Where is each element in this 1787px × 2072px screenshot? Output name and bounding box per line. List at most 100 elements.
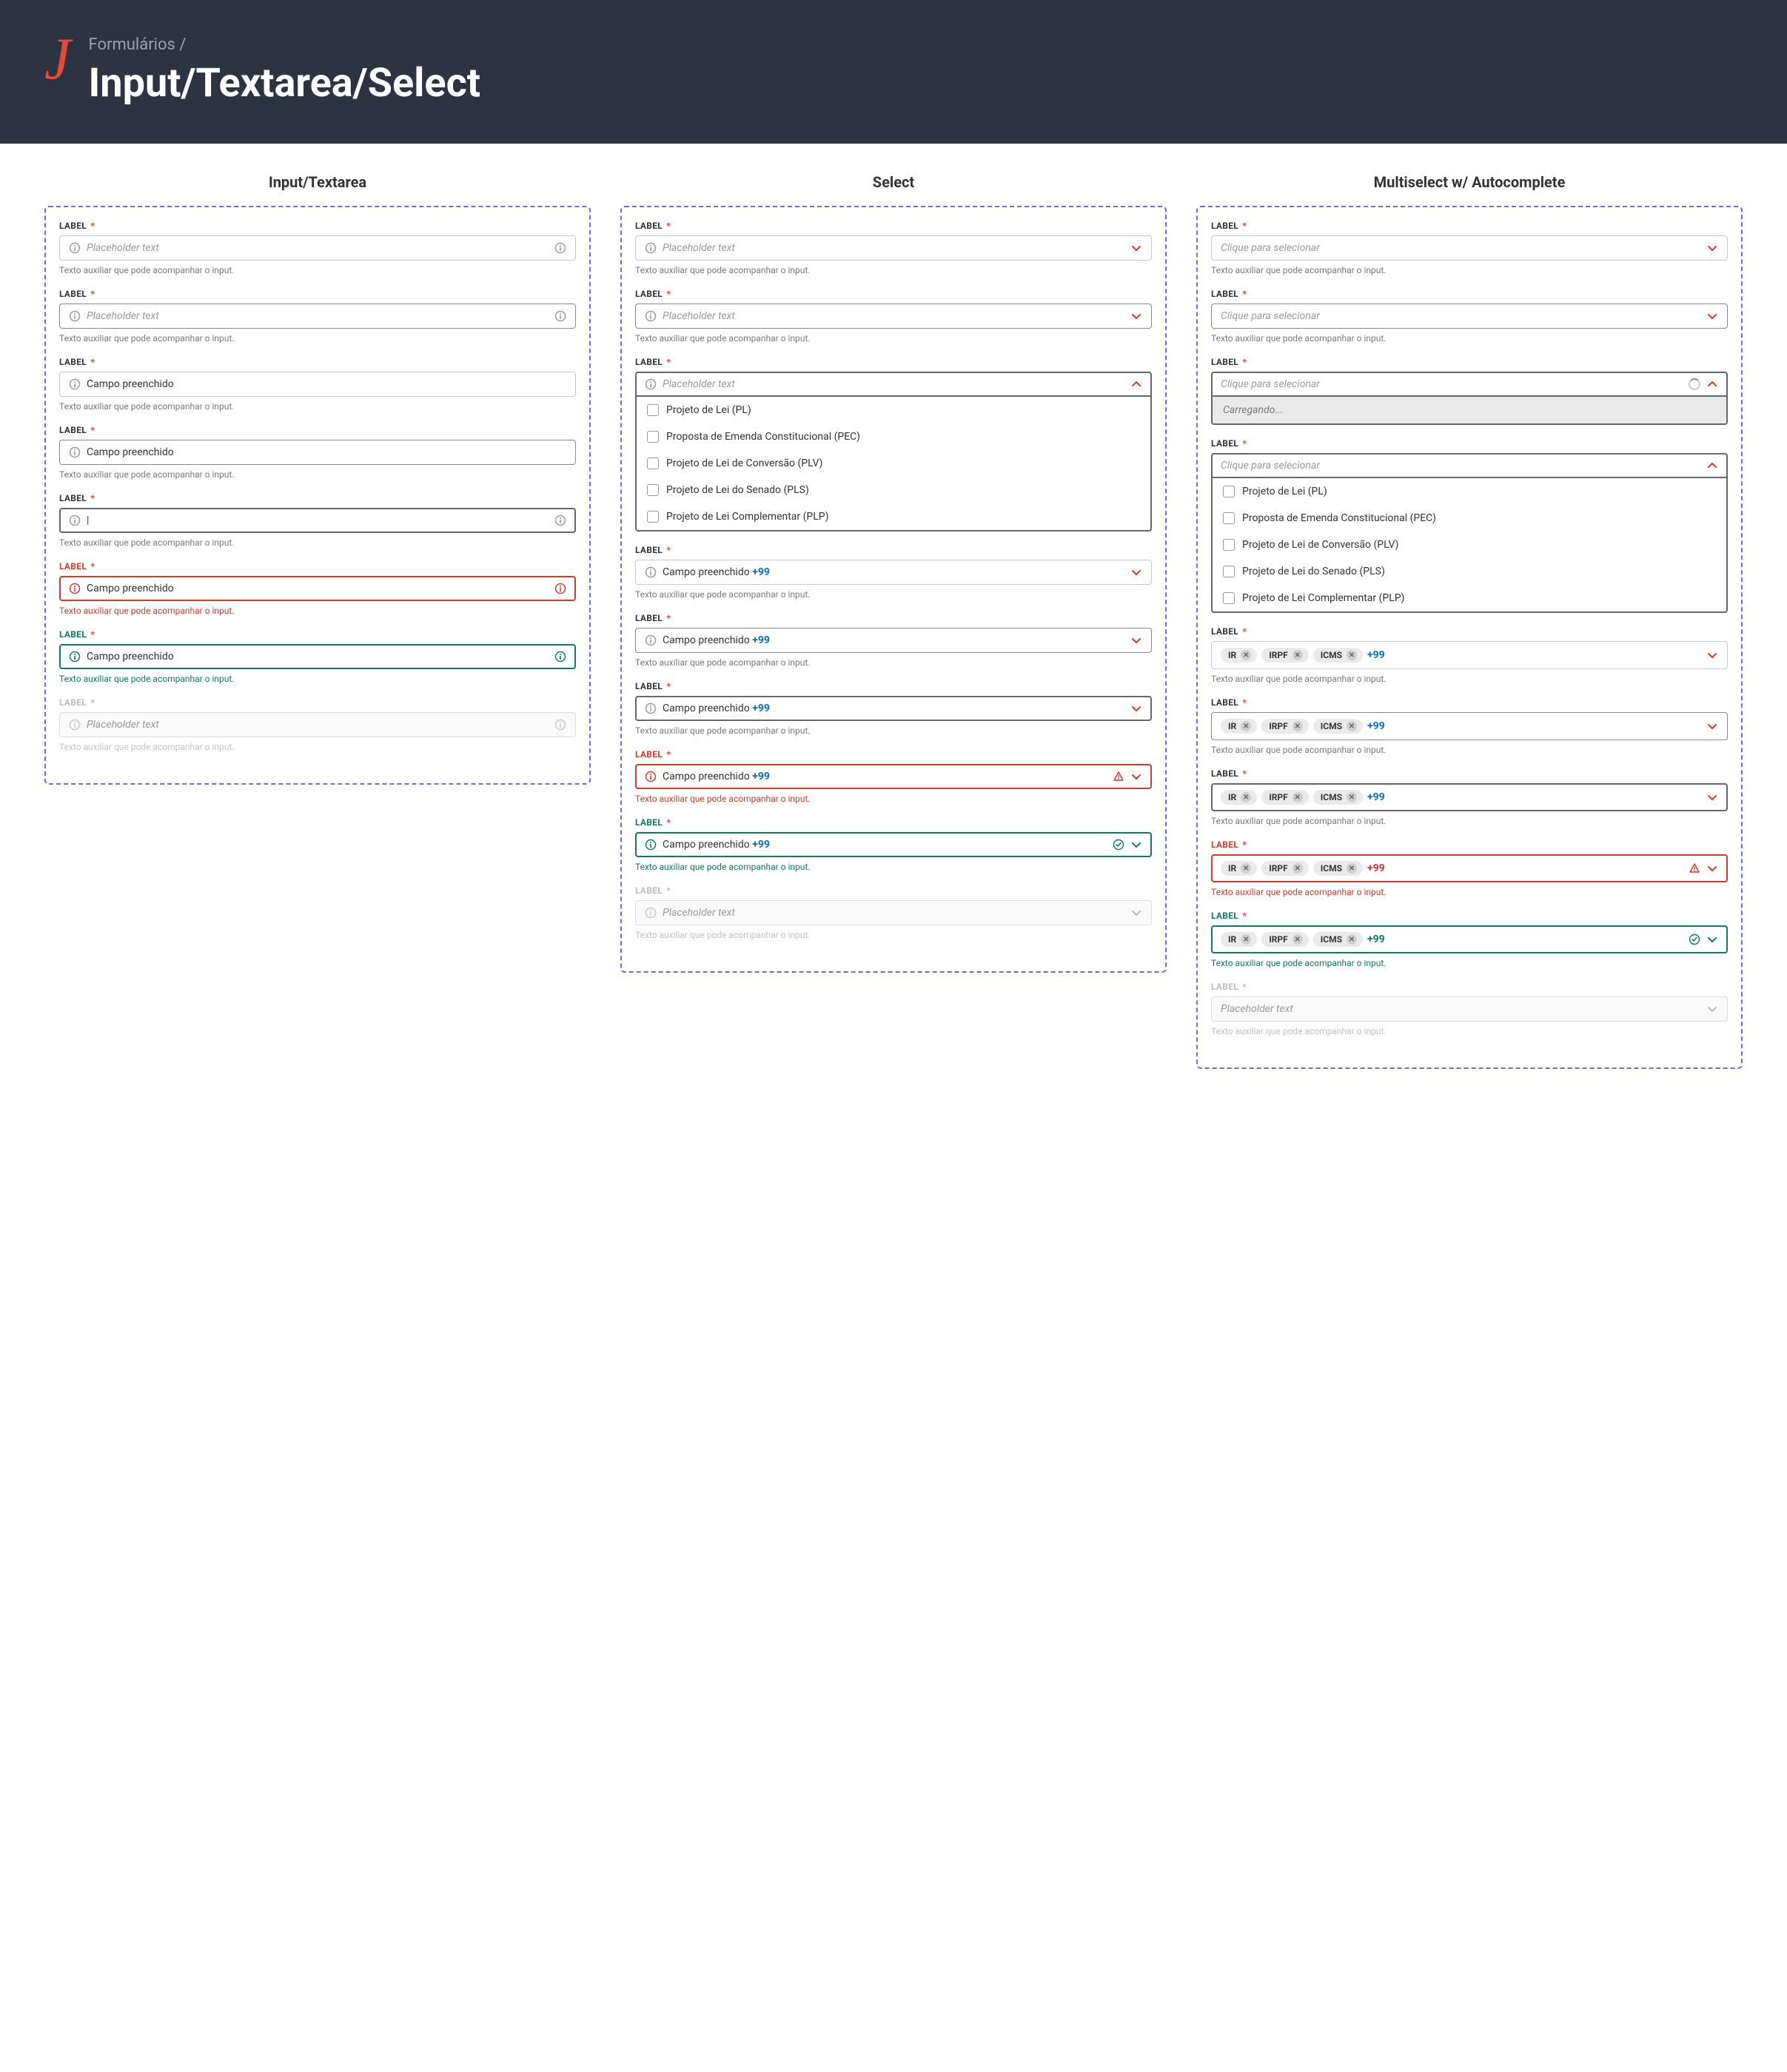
select-dropdown: Projeto de Lei (PL) Proposta de Emenda C… xyxy=(1211,477,1728,613)
select-option[interactable]: Projeto de Lei do Senado (PLS) xyxy=(637,477,1150,503)
text-input[interactable]: Campo preenchido xyxy=(59,372,576,397)
close-icon[interactable]: ✕ xyxy=(1241,863,1251,874)
chevron-down-icon xyxy=(1706,310,1718,322)
field-label: LABEL * xyxy=(59,493,576,503)
chip[interactable]: IRPF✕ xyxy=(1261,648,1309,663)
multiselect-input[interactable]: IR✕ IRPF✕ ICMS✕ +99 xyxy=(1211,641,1728,669)
field-label: LABEL * xyxy=(635,289,1152,299)
chip[interactable]: IR✕ xyxy=(1221,932,1257,947)
close-icon[interactable]: ✕ xyxy=(1293,650,1303,660)
select-option[interactable]: Projeto de Lei Complementar (PLP) xyxy=(637,503,1150,530)
field-label: LABEL * xyxy=(59,629,576,640)
multiselect-input[interactable]: Clique para selecionar xyxy=(1211,372,1728,397)
helper-text: Texto auxiliar que pode acompanhar o inp… xyxy=(59,333,576,343)
close-icon[interactable]: ✕ xyxy=(1241,934,1251,945)
multiselect-input[interactable]: Clique para selecionar xyxy=(1211,235,1728,261)
select-option[interactable]: Projeto de Lei (PL) xyxy=(637,397,1150,423)
helper-text: Texto auxiliar que pode acompanhar o inp… xyxy=(59,742,576,752)
close-icon[interactable]: ✕ xyxy=(1293,934,1303,945)
text-input[interactable]: | xyxy=(59,508,576,533)
section-frame: LABEL * Placeholder text Texto auxiliar … xyxy=(44,206,591,785)
multiselect-input[interactable]: IR✕ IRPF✕ ICMS✕ +99 xyxy=(1211,925,1728,953)
chip[interactable]: IRPF✕ xyxy=(1261,861,1309,876)
chip[interactable]: IR✕ xyxy=(1221,719,1257,734)
info-icon xyxy=(69,514,81,526)
select-input[interactable]: Campo preenchido +99 xyxy=(635,628,1152,653)
select-option[interactable]: Projeto de Lei de Conversão (PLV) xyxy=(1213,532,1726,558)
multiselect-input[interactable]: IR✕ IRPF✕ ICMS✕ +99 xyxy=(1211,783,1728,811)
helper-text: Texto auxiliar que pode acompanhar o inp… xyxy=(59,469,576,480)
multiselect-input[interactable]: Clique para selecionar xyxy=(1211,453,1728,478)
chip[interactable]: IR✕ xyxy=(1221,648,1257,663)
input-placeholder: Placeholder text xyxy=(87,242,549,254)
close-icon[interactable]: ✕ xyxy=(1347,863,1357,874)
helper-text: Texto auxiliar que pode acompanhar o inp… xyxy=(635,725,1152,736)
info-icon xyxy=(554,651,566,663)
select-option[interactable]: Proposta de Emenda Constitucional (PEC) xyxy=(1213,505,1726,532)
select-option[interactable]: Projeto de Lei do Senado (PLS) xyxy=(1213,558,1726,585)
input-placeholder: Placeholder text xyxy=(87,719,549,731)
text-input[interactable]: Placeholder text xyxy=(59,235,576,261)
close-icon[interactable]: ✕ xyxy=(1347,650,1357,660)
column-select: Select LABEL * Placeholder text Texto au… xyxy=(620,173,1167,973)
close-icon[interactable]: ✕ xyxy=(1293,792,1303,802)
select-input[interactable]: Placeholder text xyxy=(635,304,1152,329)
count-badge: +99 xyxy=(752,634,770,646)
close-icon[interactable]: ✕ xyxy=(1241,650,1251,660)
chip[interactable]: IR✕ xyxy=(1221,861,1257,876)
chip[interactable]: IRPF✕ xyxy=(1261,932,1309,947)
close-icon[interactable]: ✕ xyxy=(1293,721,1303,731)
chevron-down-icon xyxy=(1706,242,1718,254)
info-icon xyxy=(69,310,81,322)
text-input[interactable]: Campo preenchido xyxy=(59,644,576,669)
select-input[interactable]: Campo preenchido +99 xyxy=(635,832,1152,857)
field-label: LABEL * xyxy=(635,357,1152,367)
field-label: LABEL * xyxy=(1211,839,1728,850)
field-label: LABEL * xyxy=(635,885,1152,896)
info-icon xyxy=(645,703,657,714)
info-icon xyxy=(645,242,657,254)
multiselect-input[interactable]: IR✕ IRPF✕ ICMS✕ +99 xyxy=(1211,854,1728,882)
chip[interactable]: IRPF✕ xyxy=(1261,719,1309,734)
select-input[interactable]: Campo preenchido +99 xyxy=(635,764,1152,789)
text-input[interactable]: Placeholder text xyxy=(59,304,576,329)
loading-text: Carregando... xyxy=(1213,397,1726,423)
checkbox-icon xyxy=(647,431,659,443)
select-option[interactable]: Projeto de Lei de Conversão (PLV) xyxy=(637,450,1150,477)
input-value: Campo preenchido xyxy=(87,446,566,458)
select-input[interactable]: Placeholder text xyxy=(635,235,1152,261)
multiselect-input[interactable]: IR✕ IRPF✕ ICMS✕ +99 xyxy=(1211,712,1728,740)
select-input[interactable]: Placeholder text xyxy=(635,372,1152,397)
text-input[interactable]: Campo preenchido xyxy=(59,440,576,465)
select-input[interactable]: Campo preenchido +99 xyxy=(635,696,1152,721)
count-badge: +99 xyxy=(1367,791,1385,803)
close-icon[interactable]: ✕ xyxy=(1241,792,1251,802)
close-icon[interactable]: ✕ xyxy=(1347,721,1357,731)
select-option[interactable]: Projeto de Lei Complementar (PLP) xyxy=(1213,585,1726,611)
multiselect-input[interactable]: Clique para selecionar xyxy=(1211,304,1728,329)
multiselect-input: Placeholder text xyxy=(1211,996,1728,1022)
chip[interactable]: ICMS✕ xyxy=(1313,648,1363,663)
close-icon[interactable]: ✕ xyxy=(1347,792,1357,802)
chip[interactable]: ICMS✕ xyxy=(1313,861,1363,876)
info-icon xyxy=(69,378,81,390)
chip[interactable]: ICMS✕ xyxy=(1313,932,1363,947)
close-icon[interactable]: ✕ xyxy=(1241,721,1251,731)
chip[interactable]: IRPF✕ xyxy=(1261,790,1309,805)
chip[interactable]: ICMS✕ xyxy=(1313,790,1363,805)
chip[interactable]: IR✕ xyxy=(1221,790,1257,805)
select-input[interactable]: Campo preenchido +99 xyxy=(635,560,1152,585)
select-option[interactable]: Proposta de Emenda Constitucional (PEC) xyxy=(637,423,1150,450)
close-icon[interactable]: ✕ xyxy=(1347,934,1357,945)
text-input[interactable]: Campo preenchido xyxy=(59,576,576,601)
close-icon[interactable]: ✕ xyxy=(1293,863,1303,874)
chevron-up-icon xyxy=(1706,460,1718,472)
count-badge: +99 xyxy=(1367,933,1385,945)
select-value: Campo preenchido +99 xyxy=(663,839,1107,851)
select-option[interactable]: Projeto de Lei (PL) xyxy=(1213,478,1726,505)
helper-text: Texto auxiliar que pode acompanhar o inp… xyxy=(1211,816,1728,826)
chevron-down-icon xyxy=(1706,933,1718,945)
field-label: LABEL * xyxy=(59,425,576,435)
chip[interactable]: ICMS✕ xyxy=(1313,719,1363,734)
checkbox-icon xyxy=(1223,486,1235,497)
